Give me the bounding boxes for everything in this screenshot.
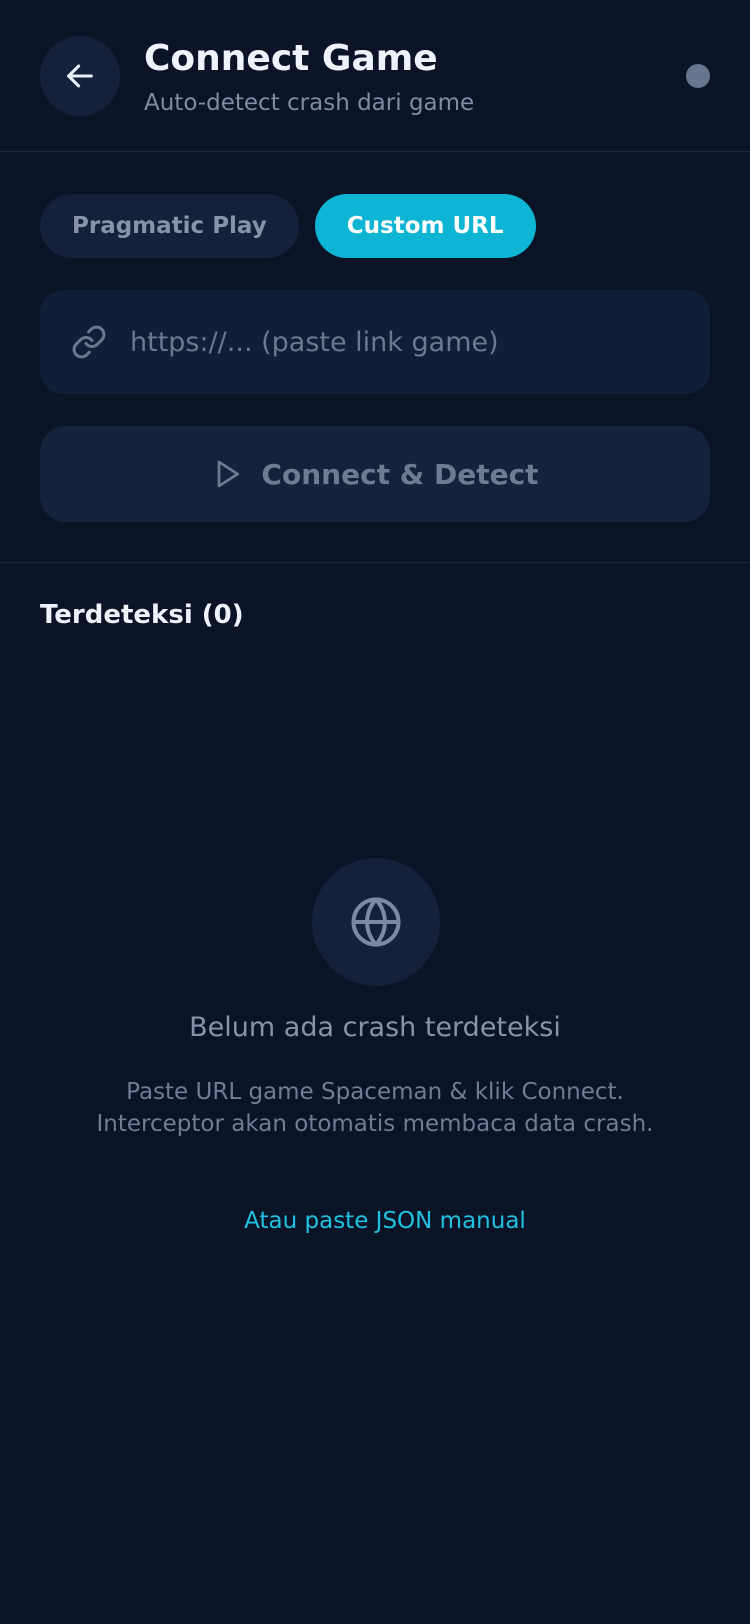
- back-button[interactable]: [40, 36, 120, 116]
- tab-pragmatic-play[interactable]: Pragmatic Play: [40, 194, 299, 258]
- connection-status-indicator: [686, 64, 710, 88]
- empty-state-title: Belum ada crash terdeteksi: [189, 1012, 561, 1043]
- globe-icon: [351, 897, 401, 947]
- page-title: Connect Game: [144, 38, 438, 79]
- play-icon: [218, 460, 240, 488]
- url-field[interactable]: [40, 290, 710, 394]
- page-subtitle: Auto-detect crash dari game: [144, 90, 475, 116]
- empty-state-description-line-2: Interceptor akan otomatis membaca data c…: [96, 1111, 654, 1137]
- url-input[interactable]: [128, 311, 710, 373]
- empty-state-icon-container: [312, 858, 440, 986]
- link-icon: [70, 323, 108, 361]
- connect-detect-button[interactable]: Connect & Detect: [40, 426, 710, 522]
- app-header: Connect Game Auto-detect crash dari game: [0, 0, 750, 152]
- tab-custom-url[interactable]: Custom URL: [314, 194, 536, 258]
- paste-json-manual-link[interactable]: Atau paste JSON manual: [0, 1208, 750, 1234]
- empty-state-description: Paste URL game Spaceman & klik Connect. …: [0, 1076, 750, 1140]
- section-divider: [0, 562, 750, 563]
- detected-section-title: Terdeteksi (0): [40, 600, 244, 630]
- arrow-left-icon: [67, 64, 93, 88]
- source-tabs: Pragmatic Play Custom URL: [40, 194, 536, 258]
- connect-detect-label: Connect & Detect: [261, 457, 539, 491]
- empty-state-description-line-1: Paste URL game Spaceman & klik Connect.: [126, 1079, 624, 1105]
